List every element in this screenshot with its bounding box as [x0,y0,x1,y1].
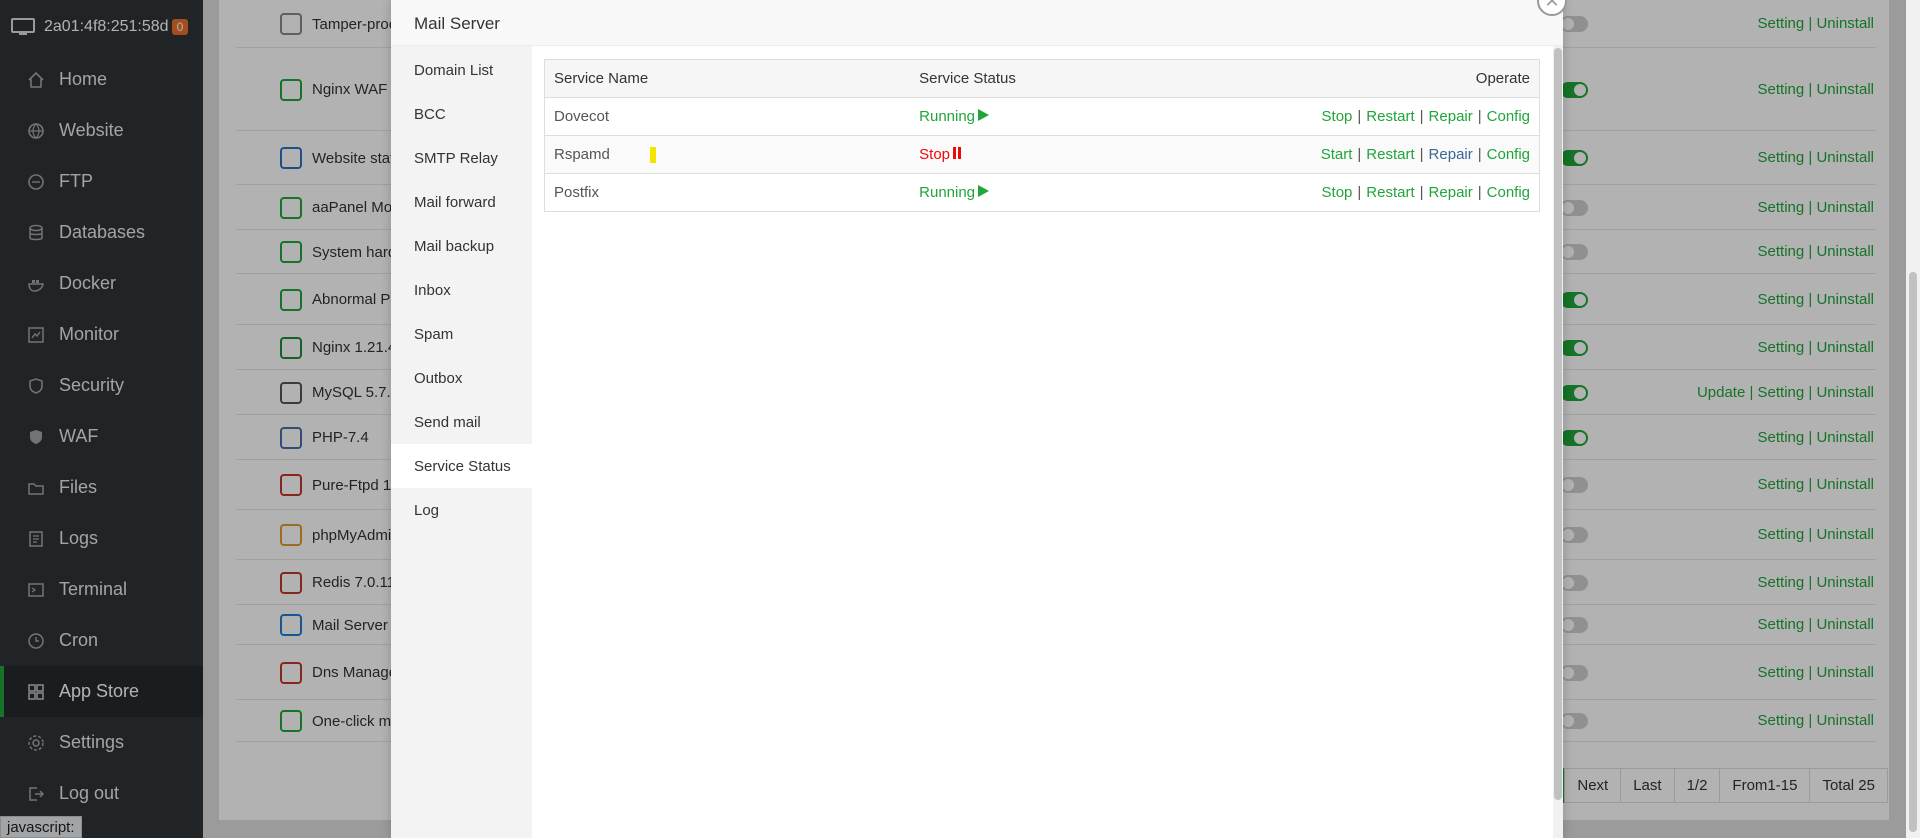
repair-button[interactable]: Repair [1429,146,1473,163]
modal-menu-send-mail[interactable]: Send mail [391,400,532,444]
status-label: Running [919,108,976,125]
separator: | [1477,184,1482,201]
header-operate: Operate [1275,59,1540,98]
separator: | [1419,108,1424,125]
status-label: Stop [919,146,950,163]
separator: | [1419,146,1424,163]
service-name: Rspamd [544,135,911,174]
separator: | [1419,184,1424,201]
service-operations: Stop | Restart | Repair | Config [1275,97,1540,136]
modal-menu-inbox[interactable]: Inbox [391,268,532,312]
modal-menu: Domain List BCC SMTP Relay Mail forward Mail… [391,46,532,838]
pause-icon [952,146,962,163]
service-name-label: Rspamd [554,145,610,163]
service-operations: Stop | Restart | Repair | Config [1275,173,1540,212]
service-status: Running [910,173,1276,212]
header-service-status: Service Status [910,59,1276,98]
stop-button[interactable]: Stop [1322,108,1353,125]
service-row: Postfix Running Stop | Restart | Repair | Config [544,173,1540,212]
status-label: Running [919,184,976,201]
cursor-highlight [649,147,656,164]
modal-scrollbar-thumb[interactable] [1554,48,1562,800]
play-icon [977,184,990,201]
modal-menu-mail-backup[interactable]: Mail backup [391,224,532,268]
separator: | [1357,184,1362,201]
config-button[interactable]: Config [1487,184,1530,201]
modal-scrollbar[interactable] [1553,46,1563,838]
modal-menu-log[interactable]: Log [391,488,532,532]
separator: | [1357,146,1362,163]
header-service-name: Service Name [544,59,911,98]
stop-button[interactable]: Stop [1322,184,1353,201]
play-icon [977,108,990,125]
service-name-label: Postfix [554,184,600,201]
config-button[interactable]: Config [1487,108,1530,125]
service-name-label: Dovecot [554,108,610,125]
modal-title: Mail Server [391,0,1563,46]
modal-menu-outbox[interactable]: Outbox [391,356,532,400]
config-button[interactable]: Config [1487,146,1530,163]
modal-menu-bcc[interactable]: BCC [391,92,532,136]
mail-server-modal: Mail Server ✕ Domain List BCC SMTP Relay Ma… [391,0,1567,838]
modal-menu-spam[interactable]: Spam [391,312,532,356]
separator: | [1477,108,1482,125]
service-status: Stop [910,135,1276,174]
service-status: Running [910,97,1276,136]
start-button[interactable]: Start [1321,146,1353,163]
repair-button[interactable]: Repair [1429,184,1473,201]
separator: | [1477,146,1482,163]
modal-body: Service Name Service Status Operate Dove… [532,46,1553,838]
table-header-row: Service Name Service Status Operate [544,59,1540,98]
restart-button[interactable]: Restart [1366,108,1414,125]
service-name: Dovecot [544,97,911,136]
modal-menu-service-status[interactable]: Service Status [391,444,532,488]
restart-button[interactable]: Restart [1366,184,1414,201]
restart-button[interactable]: Restart [1366,146,1414,163]
modal-menu-smtp-relay[interactable]: SMTP Relay [391,136,532,180]
service-name: Postfix [544,173,911,212]
service-row: Dovecot Running Stop | Restart | Repair | Config [544,97,1540,136]
page-scrollbar-thumb[interactable] [1909,272,1917,832]
modal-menu-domain-list[interactable]: Domain List [391,48,532,92]
page-scrollbar[interactable] [1906,0,1920,838]
service-operations: Start | Restart | Repair | Config [1275,135,1540,174]
repair-button[interactable]: Repair [1429,108,1473,125]
service-row: Rspamd Stop Start | Restart | Repair | Config [544,135,1540,174]
modal-menu-mail-forward[interactable]: Mail forward [391,180,532,224]
service-status-table: Service Name Service Status Operate Dove… [544,59,1540,212]
separator: | [1357,108,1362,125]
